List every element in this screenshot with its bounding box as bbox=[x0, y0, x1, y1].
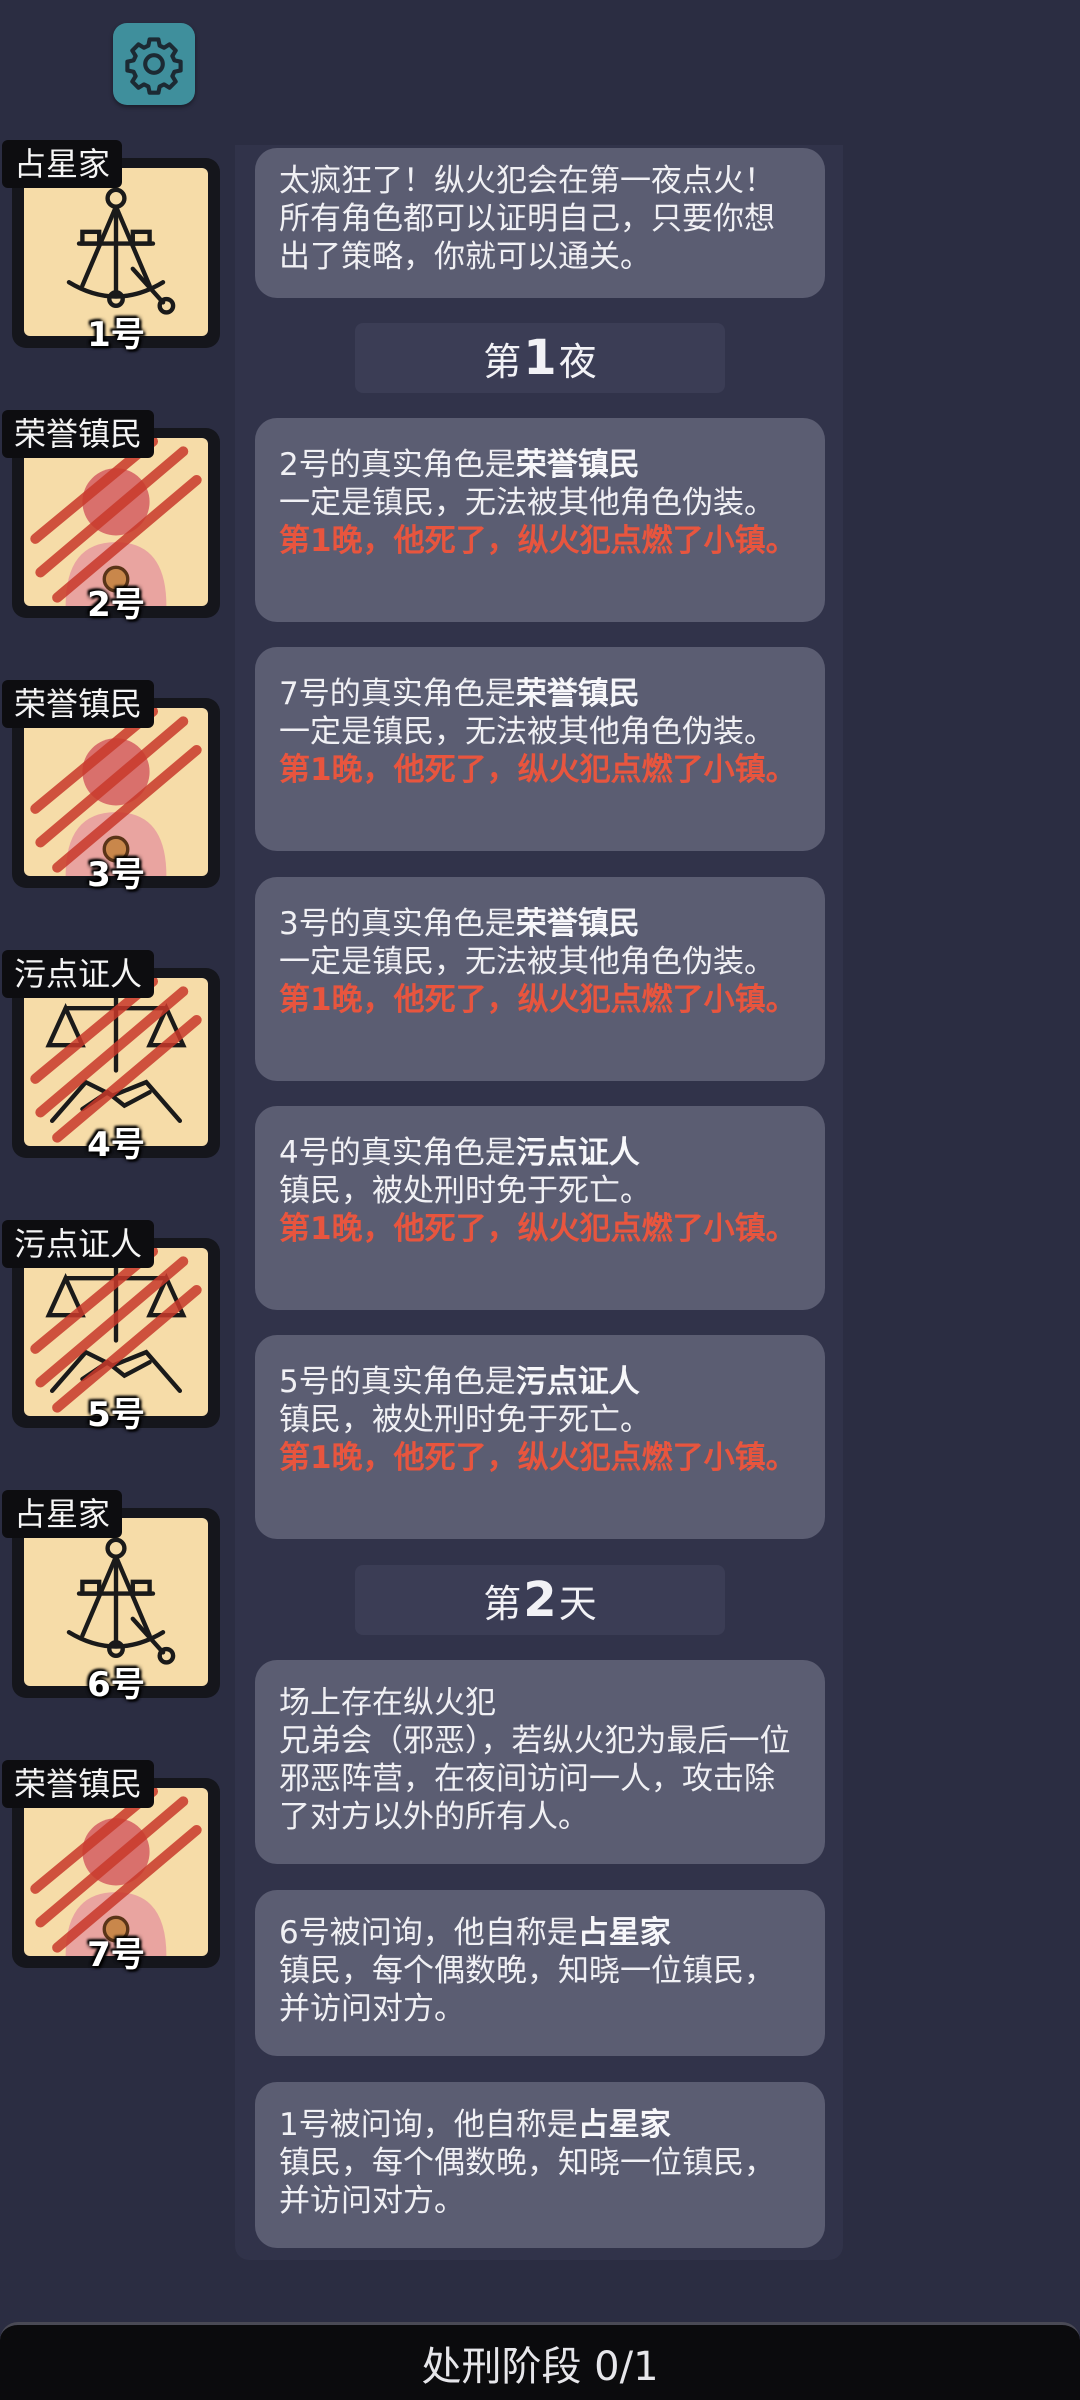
player-card-2[interactable]: 荣誉镇民 2号 bbox=[2, 410, 220, 625]
player-card-1[interactable]: 占星家 1号 bbox=[2, 140, 220, 355]
log-entry-card: 2号的真实角色是荣誉镇民 一定是镇民，无法被其他角色伪装。 第1晚，他死了，纵火… bbox=[255, 418, 825, 622]
execution-phase-label: 处刑阶段 0/1 bbox=[421, 2343, 659, 2390]
log-entry-desc: 镇民，被处刑时免于死亡。 bbox=[279, 1402, 651, 1438]
log-entry-title: 5号的真实角色是污点证人 bbox=[279, 1364, 640, 1400]
log-entry-title: 7号的真实角色是荣誉镇民 bbox=[279, 676, 640, 712]
role-tag: 污点证人 bbox=[2, 950, 155, 998]
seat-number: 1号 bbox=[87, 315, 145, 355]
log-entry-card: 4号的真实角色是污点证人 镇民，被处刑时免于死亡。 第1晚，他死了，纵火犯点燃了… bbox=[255, 1106, 825, 1310]
death-notice: 第1晚，他死了，纵火犯点燃了小镇。 bbox=[279, 982, 797, 1018]
role-tag: 荣誉镇民 bbox=[2, 1760, 155, 1808]
log-entry-desc: 镇民，被处刑时免于死亡。 bbox=[279, 1173, 651, 1209]
log-entry-card: 3号的真实角色是荣誉镇民 一定是镇民，无法被其他角色伪装。 第1晚，他死了，纵火… bbox=[255, 877, 825, 1081]
role-tag: 荣誉镇民 bbox=[2, 410, 155, 458]
seat-number: 4号 bbox=[87, 1125, 145, 1165]
claim-title: 1号被问询，他自称是占星家 bbox=[279, 2107, 671, 2143]
log-entry-card: 7号的真实角色是荣誉镇民 一定是镇民，无法被其他角色伪装。 第1晚，他死了，纵火… bbox=[255, 647, 825, 851]
log-intro-card: 太疯狂了！纵火犯会在第一夜点火！所有角色都可以证明自己，只要你想出了策略，你就可… bbox=[255, 148, 825, 298]
arsonist-desc: 兄弟会（邪恶），若纵火犯为最后一位邪恶阵营，在夜间访问一人，攻击除了对方以外的所… bbox=[279, 1723, 791, 1835]
intro-text: 太疯狂了！纵火犯会在第一夜点火！所有角色都可以证明自己，只要你想出了策略，你就可… bbox=[279, 163, 775, 275]
player-card-3[interactable]: 荣誉镇民 3号 bbox=[2, 680, 220, 895]
player-card-6[interactable]: 占星家 6号 bbox=[2, 1490, 220, 1705]
claim-desc: 镇民，每个偶数晚，知晓一位镇民，并访问对方。 bbox=[279, 1953, 775, 2027]
arsonist-title: 场上存在纵火犯 bbox=[279, 1685, 496, 1721]
claim-card: 6号被问询，他自称是占星家 镇民，每个偶数晚，知晓一位镇民，并访问对方。 bbox=[255, 1890, 825, 2056]
night-1-header: 第1夜 bbox=[355, 323, 725, 393]
seat-number: 5号 bbox=[87, 1395, 145, 1435]
player-card-5[interactable]: 污点证人 5号 bbox=[2, 1220, 220, 1435]
log-entry-card: 5号的真实角色是污点证人 镇民，被处刑时免于死亡。 第1晚，他死了，纵火犯点燃了… bbox=[255, 1335, 825, 1539]
log-entry-desc: 一定是镇民，无法被其他角色伪装。 bbox=[279, 944, 775, 980]
role-tag: 占星家 bbox=[2, 1490, 123, 1538]
arsonist-info-card: 场上存在纵火犯 兄弟会（邪恶），若纵火犯为最后一位邪恶阵营，在夜间访问一人，攻击… bbox=[255, 1660, 825, 1864]
log-entry-title: 3号的真实角色是荣誉镇民 bbox=[279, 906, 640, 942]
seat-number: 2号 bbox=[87, 585, 145, 625]
seat-number: 7号 bbox=[87, 1935, 145, 1975]
execution-phase-bar[interactable]: 处刑阶段 0/1 bbox=[0, 2322, 1080, 2400]
death-notice: 第1晚，他死了，纵火犯点燃了小镇。 bbox=[279, 752, 797, 788]
role-tag: 污点证人 bbox=[2, 1220, 155, 1268]
gear-icon bbox=[125, 37, 183, 95]
log-entry-title: 2号的真实角色是荣誉镇民 bbox=[279, 447, 640, 483]
log-entry-title: 4号的真实角色是污点证人 bbox=[279, 1135, 640, 1171]
role-tag: 荣誉镇民 bbox=[2, 680, 155, 728]
death-notice: 第1晚，他死了，纵火犯点燃了小镇。 bbox=[279, 1440, 797, 1476]
log-entry-desc: 一定是镇民，无法被其他角色伪装。 bbox=[279, 714, 775, 750]
death-notice: 第1晚，他死了，纵火犯点燃了小镇。 bbox=[279, 523, 797, 559]
seat-number: 6号 bbox=[87, 1665, 145, 1705]
seat-number: 3号 bbox=[87, 855, 145, 895]
claim-card: 1号被问询，他自称是占星家 镇民，每个偶数晚，知晓一位镇民，并访问对方。 bbox=[255, 2082, 825, 2248]
settings-button[interactable] bbox=[113, 23, 195, 105]
player-card-7[interactable]: 荣誉镇民 7号 bbox=[2, 1760, 220, 1975]
day-2-header: 第2天 bbox=[355, 1565, 725, 1635]
death-notice: 第1晚，他死了，纵火犯点燃了小镇。 bbox=[279, 1211, 797, 1247]
log-entry-desc: 一定是镇民，无法被其他角色伪装。 bbox=[279, 485, 775, 521]
claim-title: 6号被问询，他自称是占星家 bbox=[279, 1915, 671, 1951]
player-card-4[interactable]: 污点证人 4号 bbox=[2, 950, 220, 1165]
role-tag: 占星家 bbox=[2, 140, 123, 188]
claim-desc: 镇民，每个偶数晚，知晓一位镇民，并访问对方。 bbox=[279, 2145, 775, 2219]
